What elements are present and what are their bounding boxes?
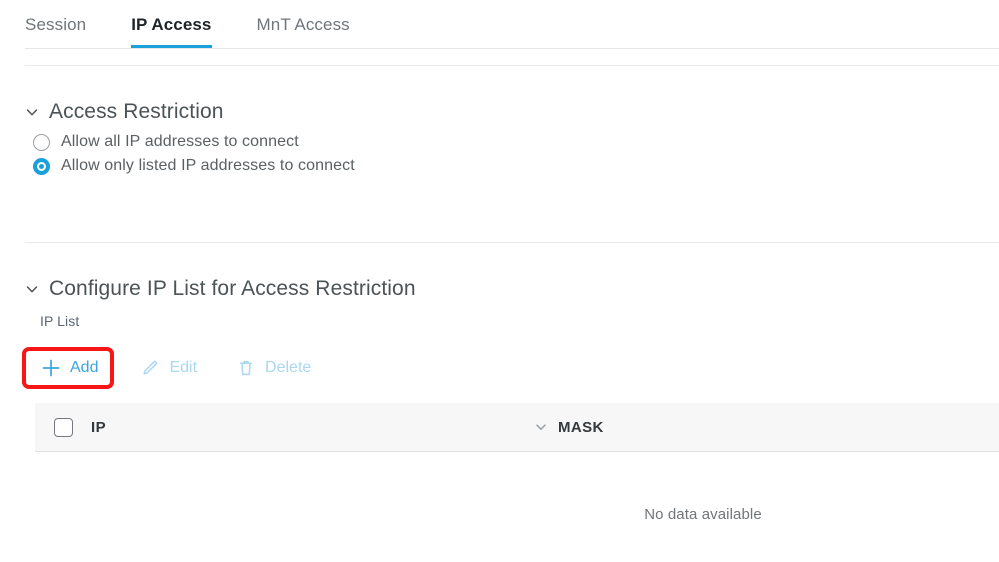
access-restriction-section: Access Restriction Allow all IP addresse… (0, 100, 999, 178)
section-divider (25, 242, 999, 243)
checkbox-icon[interactable] (53, 417, 73, 437)
tab-session[interactable]: Session (25, 0, 86, 49)
trash-icon (236, 358, 256, 378)
tab-bar-divider (25, 48, 999, 49)
table-empty-state: No data available (35, 500, 999, 528)
tab-ip-access-label: IP Access (131, 14, 212, 34)
edit-button-label: Edit (169, 359, 198, 376)
plus-icon (41, 358, 61, 378)
configure-ip-list-title: Configure IP List for Access Restriction (49, 277, 416, 300)
column-header-ip-label: IP (91, 418, 106, 436)
column-header-mask[interactable]: MASK (558, 419, 999, 436)
configure-ip-list-header[interactable]: Configure IP List for Access Restriction (0, 277, 999, 301)
add-button[interactable]: Add (25, 348, 98, 388)
radio-allow-listed-control[interactable] (33, 157, 50, 175)
table-header-row: IP MASK (35, 403, 999, 452)
pencil-icon (140, 358, 160, 378)
ip-list-table: IP MASK (35, 403, 999, 452)
radio-allow-all-control[interactable] (33, 133, 50, 151)
table-empty-message: No data available (644, 505, 762, 523)
tab-ip-access[interactable]: IP Access (131, 0, 212, 49)
column-header-ip[interactable]: IP (91, 419, 558, 436)
chevron-down-icon (25, 282, 39, 296)
delete-button-label: Delete (265, 359, 312, 376)
radio-allow-all-label: Allow all IP addresses to connect (61, 133, 299, 150)
ip-list-label: IP List (40, 313, 80, 329)
ip-list-toolbar: Add Edit Delete (25, 348, 311, 388)
access-restriction-header[interactable]: Access Restriction (0, 100, 999, 124)
configure-ip-list-section: Configure IP List for Access Restriction (0, 277, 999, 301)
radio-allow-listed[interactable]: Allow only listed IP addresses to connec… (33, 154, 999, 178)
select-all-cell (35, 417, 91, 437)
tab-list: Session IP Access MnT Access (25, 0, 395, 49)
add-button-label: Add (70, 359, 99, 376)
column-header-mask-label: MASK (558, 418, 604, 436)
chevron-down-icon[interactable] (534, 420, 548, 434)
chevron-down-icon (25, 105, 39, 119)
tab-mnt-access-label: MnT Access (256, 14, 350, 34)
access-restriction-title: Access Restriction (49, 100, 224, 123)
tab-session-label: Session (25, 14, 87, 34)
access-restriction-radio-group: Allow all IP addresses to connect Allow … (0, 130, 999, 178)
content-top-divider (25, 65, 999, 66)
tab-bar: Session IP Access MnT Access (0, 0, 999, 66)
delete-button[interactable]: Delete (236, 348, 311, 388)
edit-button[interactable]: Edit (140, 348, 197, 388)
tab-mnt-access[interactable]: MnT Access (257, 0, 350, 49)
radio-allow-listed-label: Allow only listed IP addresses to connec… (61, 157, 355, 174)
radio-allow-all[interactable]: Allow all IP addresses to connect (33, 130, 999, 154)
